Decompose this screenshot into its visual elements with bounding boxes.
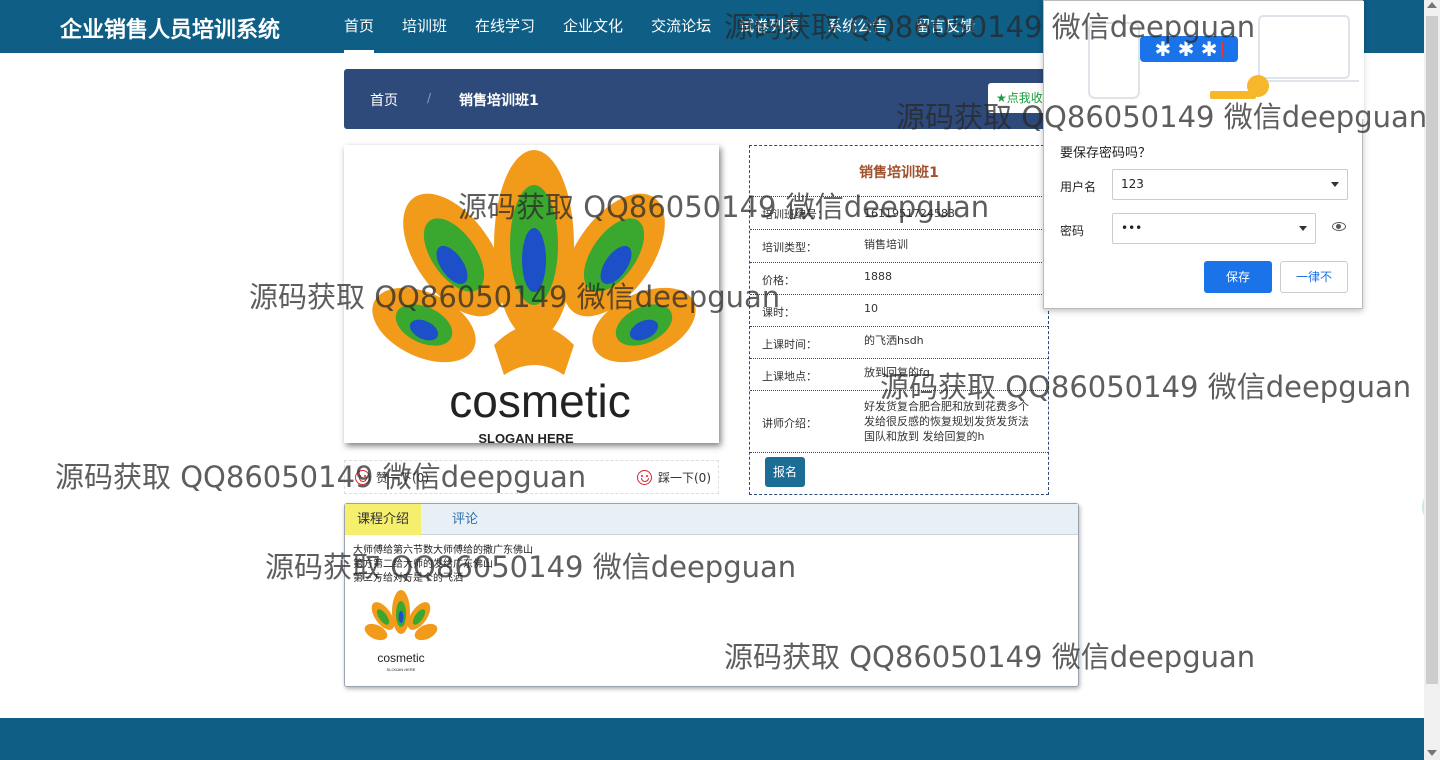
tab-comments[interactable]: 评论 xyxy=(440,504,490,535)
info-row: 培训班编号： 1611951724583 xyxy=(750,196,1048,229)
sad-face-icon xyxy=(637,470,652,485)
course-title: 销售培训班1 xyxy=(859,165,939,181)
breadcrumb: 首页 / 销售培训班1 ★点我收 xyxy=(344,69,1064,129)
save-password-button[interactable]: 保存 xyxy=(1204,261,1272,293)
nav-item-announcements[interactable]: 系统公告 xyxy=(813,0,901,53)
info-value: 1888 xyxy=(864,270,892,283)
show-password-eye-icon[interactable] xyxy=(1332,222,1346,231)
tab-header: 课程介绍 评论 xyxy=(345,504,1078,535)
page-scrollbar[interactable] xyxy=(1424,0,1440,760)
tab-course-intro[interactable]: 课程介绍 xyxy=(345,504,422,535)
info-value: 1611951724583 xyxy=(864,207,955,220)
never-save-button[interactable]: 一律不 xyxy=(1280,261,1348,293)
info-label: 课时： xyxy=(762,306,795,319)
scroll-up-arrow-icon[interactable] xyxy=(1427,2,1437,8)
course-tabs: 课程介绍 评论 大师傅给第六节数大师傅给的撒广东佛山 第方第二给大师的发给广东佛… xyxy=(344,503,1079,687)
brand-title: 企业销售人员培训系统 xyxy=(60,18,281,43)
password-value: ••• xyxy=(1121,221,1143,235)
vote-row: 赞一下(0) 踩一下(0) xyxy=(344,460,719,494)
scroll-down-arrow-icon[interactable] xyxy=(1427,750,1437,756)
breadcrumb-current: 销售培训班1 xyxy=(459,93,539,109)
info-value: 10 xyxy=(864,302,878,315)
chevron-down-icon xyxy=(1299,226,1307,231)
nav-item-culture[interactable]: 企业文化 xyxy=(549,0,637,53)
dislike-button[interactable]: 踩一下(0) xyxy=(637,469,711,486)
logo-word: cosmetic xyxy=(449,375,630,427)
content-line: 大师傅给第六节数大师傅给的撒广东佛山 xyxy=(353,545,533,556)
info-value: 放到回复的fg xyxy=(864,366,930,379)
nav-item-online-learning[interactable]: 在线学习 xyxy=(461,0,549,53)
nav-item-feedback[interactable]: 留言反馈 xyxy=(901,0,989,53)
footer xyxy=(0,718,1424,760)
username-label: 用户名 xyxy=(1060,180,1097,194)
chevron-down-icon xyxy=(1331,182,1339,187)
save-password-question: 要保存密码吗？ xyxy=(1060,146,1152,161)
info-label: 讲师介绍： xyxy=(762,417,817,430)
info-row: 课时： 10 xyxy=(750,294,1048,326)
info-label: 价格： xyxy=(762,274,795,287)
nav-menu: 首页 培训班 在线学习 企业文化 交流论坛 试卷列表 系统公告 留言反馈 xyxy=(330,0,989,53)
like-label: 赞一下(0) xyxy=(376,471,429,485)
peacock-thumbnail-icon: cosmetic SLOGAN HERE xyxy=(364,590,438,672)
signup-button[interactable]: 报名 xyxy=(765,457,805,487)
tab-content: 大师傅给第六节数大师傅给的撒广东佛山 第方第二给大师的发给广东佛山 第三方给对方… xyxy=(353,544,533,586)
info-label: 培训班编号： xyxy=(762,208,828,221)
like-button[interactable]: 赞一下(0) xyxy=(355,469,429,486)
svg-text:✱ ✱ ✱: ✱ ✱ ✱ xyxy=(1155,37,1218,61)
info-label: 上课时间： xyxy=(762,338,817,351)
password-select[interactable]: ••• xyxy=(1112,213,1316,244)
info-label: 培训类型： xyxy=(762,241,817,254)
info-row: 上课时间： 的飞洒hsdh xyxy=(750,326,1048,358)
thumbnail-logo-slogan: SLOGAN HERE xyxy=(387,667,416,672)
info-row: 上课地点： 放到回复的fg xyxy=(750,358,1048,390)
nav-item-training-class[interactable]: 培训班 xyxy=(388,0,461,53)
course-image: cosmetic SLOGAN HERE xyxy=(344,145,719,443)
username-select[interactable]: 123 xyxy=(1112,169,1348,200)
username-value: 123 xyxy=(1121,177,1144,191)
scroll-thumb[interactable] xyxy=(1426,16,1438,684)
password-illustration-icon: ✱ ✱ ✱ xyxy=(1044,1,1364,119)
info-value: 好发货复合肥合肥和放到花费多个 发给很反感的恢复规划发货发货法国队和放到 发给回… xyxy=(864,400,1029,443)
course-info-panel: 销售培训班1 培训班编号： 1611951724583 培训类型： 销售培训 价… xyxy=(749,145,1049,495)
nav-item-forum[interactable]: 交流论坛 xyxy=(637,0,725,53)
info-value: 的飞洒hsdh xyxy=(864,334,924,347)
content-line: 第方第二给大师的发给广东佛山 xyxy=(353,559,493,570)
breadcrumb-home-link[interactable]: 首页 xyxy=(370,90,398,110)
breadcrumb-separator: / xyxy=(427,91,432,105)
info-value: 销售培训 xyxy=(864,238,908,251)
thumbnail-logo-word: cosmetic xyxy=(377,651,424,665)
info-row: 讲师介绍： 好发货复合肥合肥和放到花费多个 发给很反感的恢复规划发货发货法国队和… xyxy=(750,390,1048,452)
password-label: 密码 xyxy=(1060,224,1085,238)
info-row: 价格： 1888 xyxy=(750,262,1048,294)
logo-slogan: SLOGAN HERE xyxy=(478,431,574,443)
dislike-label: 踩一下(0) xyxy=(658,471,711,485)
save-password-dialog: ✱ ✱ ✱ 要保存密码吗？ 用户名 123 密码 ••• 保存 一律不 xyxy=(1043,0,1364,309)
nav-item-home[interactable]: 首页 xyxy=(330,0,388,53)
content-line: 第三方给对方是个的飞洒 xyxy=(353,573,463,584)
nav-item-exams[interactable]: 试卷列表 xyxy=(725,0,813,53)
info-row: 培训类型： 销售培训 xyxy=(750,229,1048,262)
info-label: 上课地点： xyxy=(762,370,817,383)
peacock-logo-icon: cosmetic SLOGAN HERE xyxy=(372,150,696,443)
smile-icon xyxy=(355,470,370,485)
